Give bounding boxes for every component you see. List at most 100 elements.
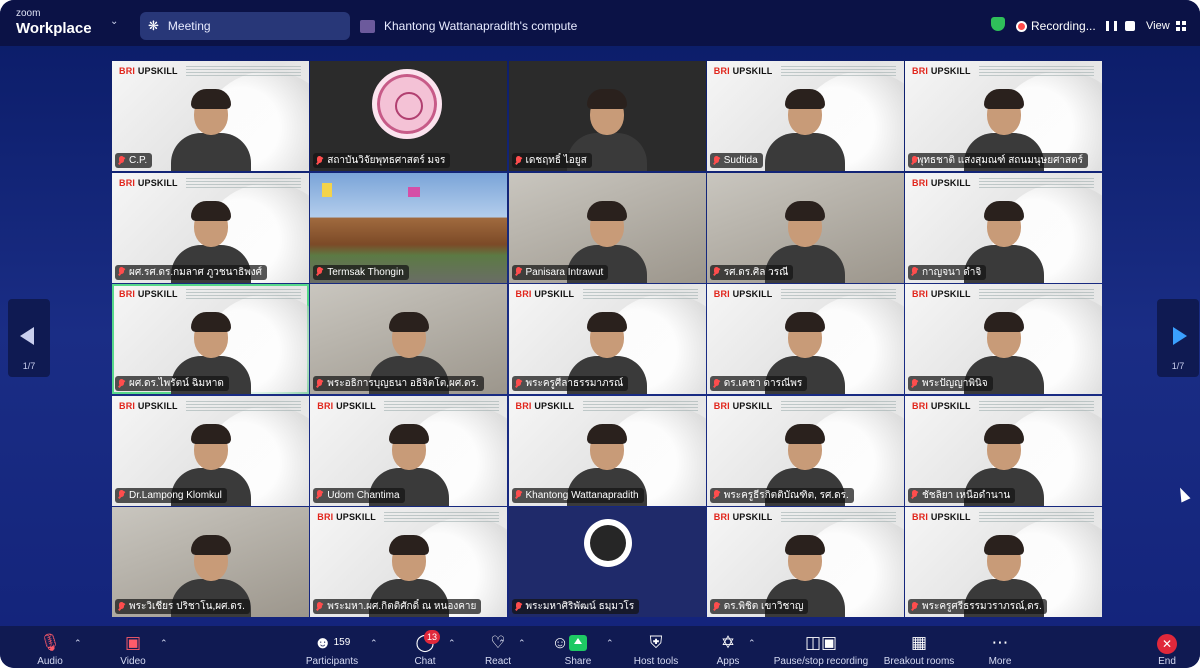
video-off-icon: ▣ [124, 633, 142, 652]
participant-tile[interactable]: BRI UPSKILL C.P. [112, 61, 309, 171]
audio-options-caret-icon[interactable]: ⌃ [74, 638, 82, 649]
participant-tile[interactable]: BRI UPSKILL ดร.พิชิต เขาวิชาญ [706, 507, 904, 617]
participant-tile[interactable]: BRI UPSKILL ผศ.รศ.ดร.กมลาศ ภูวชนาธิพงศ์ [112, 172, 309, 283]
host-tools-button[interactable]: ⛨ Host tools [628, 632, 684, 667]
participant-tile[interactable]: พระอธิการบุญธนา อธิจิตโต,ผศ.ดร. [310, 284, 508, 394]
end-label: End [1158, 656, 1176, 667]
more-label: More [988, 656, 1012, 667]
video-options-caret-icon[interactable]: ⌃ [160, 638, 168, 649]
participant-tile[interactable]: BRI UPSKILL Khantong Wattanapradith [508, 395, 706, 506]
video-label: Video [120, 656, 146, 667]
share-button[interactable]: Share [558, 632, 598, 667]
page-indicator-right: 1/7 [1171, 361, 1185, 371]
participant-name: Udom Chantima [327, 489, 400, 501]
participant-tile[interactable]: Termsak Thongin [310, 172, 508, 283]
upskill-logo: BRI UPSKILL [912, 177, 971, 188]
participant-tile[interactable]: BRI UPSKILL พระครูศีลาธรรมาภรณ์ [508, 284, 706, 394]
participant-tile[interactable]: BRI UPSKILL พระมหา.ผศ.กิตติศักดิ์ ณ หนองค… [310, 507, 508, 617]
upskill-logo: BRI UPSKILL [713, 400, 773, 411]
participant-tile[interactable]: BRI UPSKILL พระปัญญาพินิจ [905, 284, 1102, 394]
share-icon-wrap [558, 632, 598, 654]
participant-tile[interactable]: เดชฤทธิ์ ไอยูส [508, 61, 706, 171]
participant-name: พระครูธีรกิตติบัณฑิต, รศ.ดร. [723, 489, 849, 501]
participant-video [763, 89, 847, 171]
banner-text-lines [582, 289, 698, 299]
participant-tile[interactable]: BRI UPSKILL ผศ.ดร.ไพรัตน์ ฉิมหาด [112, 284, 309, 394]
mic-muted-icon [713, 267, 720, 277]
react-caret-icon[interactable]: ⌃ [498, 638, 506, 649]
participant-name-tag: เดชฤทธิ์ ไอยูส [511, 153, 592, 168]
previous-page-button[interactable]: 1/7 [8, 299, 50, 377]
mic-muted-icon [713, 490, 720, 500]
share-caret-icon[interactable]: ⌃ [606, 638, 614, 649]
security-shield-icon[interactable] [991, 17, 1005, 31]
more-button[interactable]: ⋯ More [982, 632, 1018, 667]
participant-name-tag: ชัชลิยา เหนือดำนาน [908, 487, 1016, 503]
participant-name: พระมหาศิริพัฒน์ ธมฺมวโร [525, 601, 635, 612]
audio-label: Audio [37, 656, 63, 667]
mic-muted-icon [515, 155, 522, 166]
participants-icon: ☻ 159 [313, 633, 351, 652]
end-meeting-button[interactable]: ✕ End [1152, 632, 1182, 667]
participant-tile[interactable]: Panisara Intrawut [508, 172, 706, 283]
banner-text-lines [979, 177, 1094, 188]
participant-name: ดร.พิชิต เขาวิชาญ [723, 601, 804, 612]
breakout-rooms-button[interactable]: ▦ Breakout rooms [880, 632, 958, 667]
audio-button[interactable]: 🎙 Audio [32, 632, 68, 667]
participant-name: พระครูศีลาธรรมาภรณ์ [525, 378, 624, 389]
screen-share-title[interactable]: Khantong Wattanapradith's compute [360, 12, 577, 40]
participant-name-tag: พระอธิการบุญธนา อธิจิตโต,ผศ.ดร. [313, 376, 484, 391]
pause-recording-icon[interactable] [1105, 21, 1117, 31]
participant-tile[interactable]: BRI UPSKILL Udom Chantima [310, 395, 508, 506]
pause-stop-recording-button[interactable]: ◫▣ Pause/stop recording [766, 632, 876, 667]
mic-muted-icon [316, 378, 323, 389]
banner-text-lines [979, 66, 1094, 76]
participant-tile[interactable]: BRI UPSKILL ดร.เดชา ดารณีพร [706, 284, 904, 394]
participant-tile[interactable]: BRI UPSKILL พระครูธีรกิตติบัณฑิต, รศ.ดร. [706, 395, 904, 506]
participant-name-tag: Udom Chantima [313, 487, 405, 503]
meeting-info-button[interactable]: ❋ Meeting [140, 12, 350, 40]
participant-name-tag: พระวิเชียร ปริชาโน,ผศ.ดร. [115, 599, 250, 614]
mic-muted-icon [316, 267, 323, 277]
participants-button[interactable]: ☻ 159 Participants [292, 632, 372, 667]
participant-name-tag: Dr.Lampong Klomkul [115, 487, 227, 503]
view-button[interactable]: View [1146, 12, 1186, 40]
video-button[interactable]: ▣ Video [113, 632, 153, 667]
participant-name-tag: ดร.เดชา ดารณีพร [709, 376, 808, 391]
participant-name: พระครูศรีธรรมวราภรณ์,ดร. [922, 601, 1042, 612]
mic-muted-icon [713, 155, 720, 166]
participant-name: Panisara Intrawut [525, 266, 604, 278]
participant-tile[interactable]: BRI UPSKILL Sudtida [706, 61, 904, 171]
upskill-logo: BRI UPSKILL [713, 289, 773, 299]
mic-muted-icon [118, 378, 125, 389]
participant-tile[interactable]: สถาบันวิจัยพุทธศาสตร์ มจร [310, 61, 508, 171]
participants-caret-icon[interactable]: ⌃ [370, 638, 378, 649]
participant-name-tag: พระมหาศิริพัฒน์ ธมฺมวโร [511, 599, 640, 614]
chat-button[interactable]: ◯ 13 Chat [408, 630, 442, 667]
mic-muted-icon [316, 155, 323, 166]
smile-caret-icon[interactable]: ⌃ [518, 638, 526, 649]
flag-pink [408, 186, 421, 197]
next-page-button[interactable]: 1/7 [1157, 299, 1199, 377]
stop-recording-icon[interactable] [1124, 21, 1135, 31]
participant-tile[interactable]: BRI UPSKILL กาญจนา ดำจิ [905, 172, 1102, 283]
apps-button[interactable]: ✡ Apps [708, 632, 748, 667]
chevron-down-icon[interactable]: ⌄ [110, 16, 118, 27]
end-icon-wrap: ✕ [1152, 632, 1182, 654]
participant-tile[interactable]: BRI UPSKILL พุทธชาติ แสงสุมณฑ์ สถนมนุษยศา… [905, 61, 1102, 171]
recording-indicator: Recording... [1018, 12, 1135, 40]
participant-tile[interactable]: พระวิเชียร ปริชาโน,ผศ.ดร. [112, 507, 309, 617]
participant-video [169, 89, 253, 171]
paw-icon: ❋ [148, 18, 159, 33]
participant-tile[interactable]: BRI UPSKILL ชัชลิยา เหนือดำนาน [905, 395, 1102, 506]
upskill-logo: BRI UPSKILL [912, 400, 971, 411]
participant-tile[interactable]: พระมหาศิริพัฒน์ ธมฺมวโร [508, 507, 706, 617]
banner-text-lines [780, 66, 896, 76]
banner-text-lines [384, 512, 500, 522]
participant-tile[interactable]: BRI UPSKILL Dr.Lampong Klomkul [112, 395, 309, 506]
chat-caret-icon[interactable]: ⌃ [448, 638, 456, 649]
apps-caret-icon[interactable]: ⌃ [748, 638, 756, 649]
mic-muted-icon [911, 378, 918, 389]
participant-tile[interactable]: BRI UPSKILL พระครูศรีธรรมวราภรณ์,ดร. [905, 507, 1102, 617]
participant-tile[interactable]: รศ.ดร.ศิล วรณี [706, 172, 904, 283]
